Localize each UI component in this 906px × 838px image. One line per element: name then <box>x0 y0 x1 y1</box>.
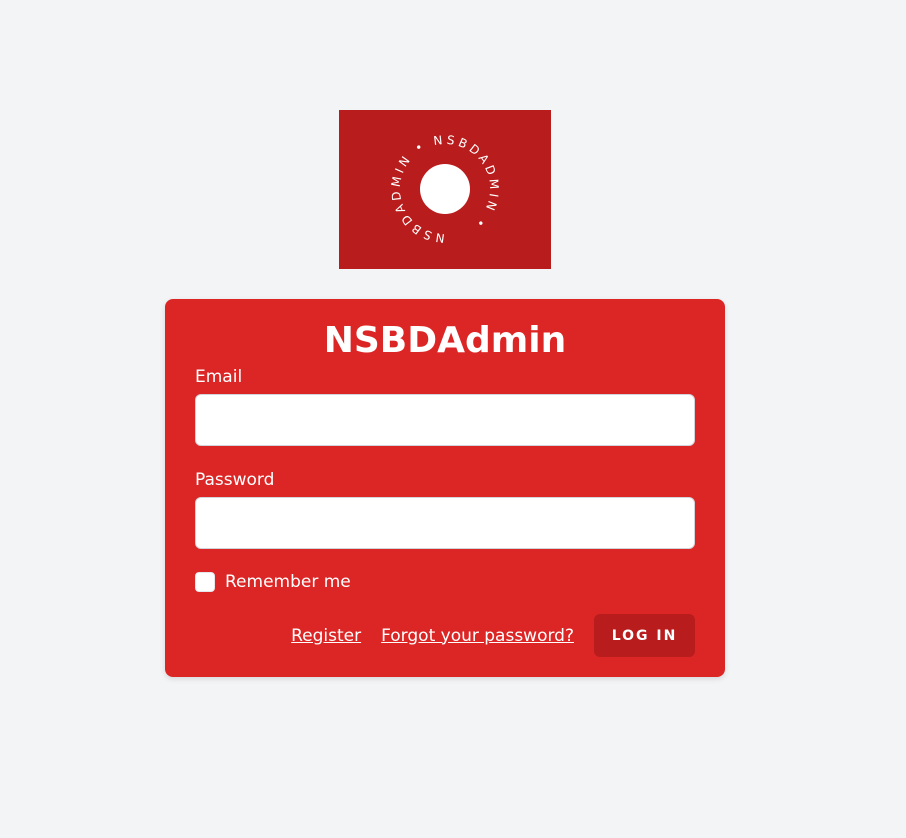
logo-seal-graphic: NSBDADMIN • NSBDADMIN • <box>389 133 498 246</box>
email-field[interactable] <box>195 394 695 446</box>
password-field[interactable] <box>195 497 695 549</box>
brand-logo: NSBDADMIN • NSBDADMIN • <box>339 110 551 269</box>
login-button[interactable]: LOG IN <box>594 614 695 657</box>
remember-me-row: Remember me <box>195 571 351 593</box>
login-card: NSBDAdmin Email Password Remember me Reg… <box>165 299 725 677</box>
remember-me-label[interactable]: Remember me <box>225 572 351 592</box>
page-title: NSBDAdmin <box>323 320 567 361</box>
password-label: Password <box>195 470 275 490</box>
forgot-password-link[interactable]: Forgot your password? <box>381 626 574 646</box>
form-actions: Register Forgot your password? LOG IN <box>291 614 695 657</box>
remember-me-checkbox[interactable] <box>195 572 215 592</box>
email-label: Email <box>195 367 243 387</box>
register-link[interactable]: Register <box>291 626 361 646</box>
